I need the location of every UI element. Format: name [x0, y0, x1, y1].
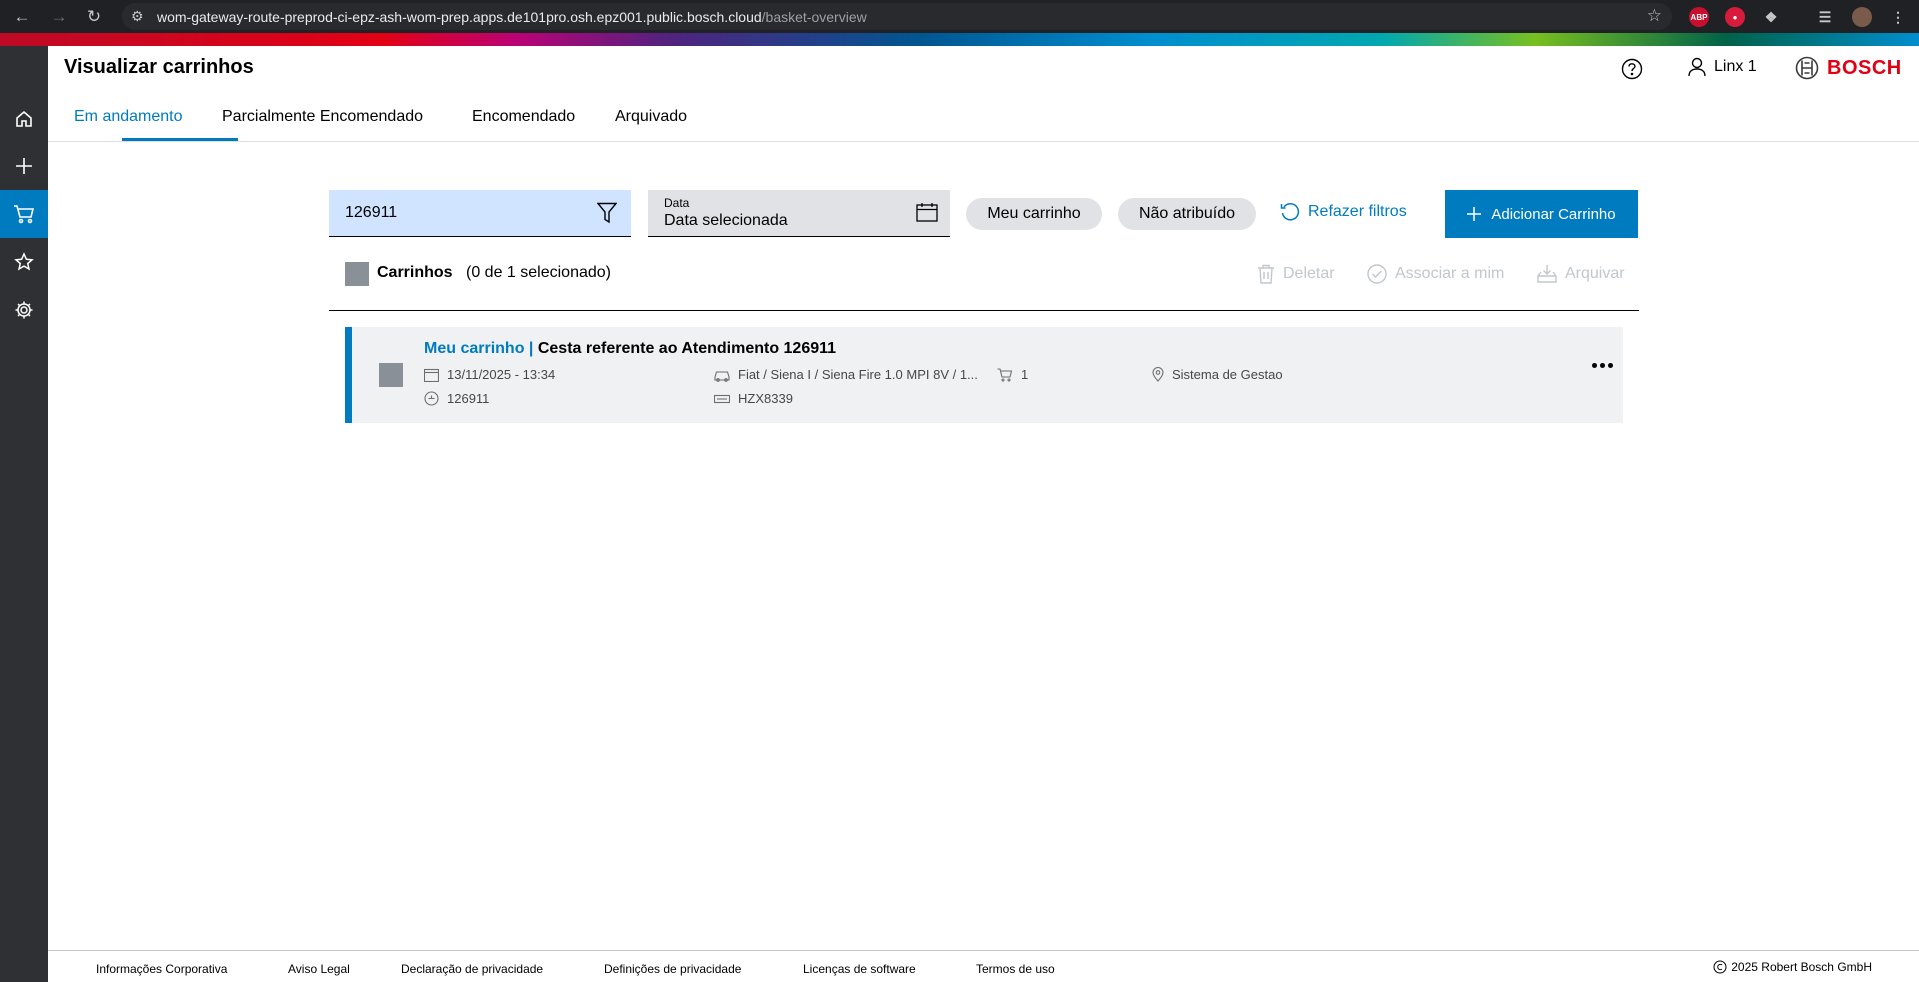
- sidebar-item-settings[interactable]: [0, 286, 48, 334]
- assign-to-me-button[interactable]: Associar a mim: [1367, 264, 1504, 284]
- basket-source: Sistema de Gestao: [1152, 367, 1283, 382]
- archive-label: Arquivar: [1565, 265, 1625, 282]
- assign-to-me-label: Associar a mim: [1395, 265, 1505, 282]
- user-name: Linx 1: [1714, 58, 1757, 75]
- extensions-puzzle-icon[interactable]: ❖: [1761, 7, 1781, 27]
- basket-list-header: Carrinhos (0 de 1 selecionado) Deletar A…: [329, 256, 1639, 311]
- bookmark-star-icon[interactable]: ☆: [1647, 6, 1662, 26]
- copyright: 2025 Robert Bosch GmbH: [1713, 960, 1872, 974]
- delete-button[interactable]: Deletar: [1257, 264, 1335, 284]
- url-text[interactable]: wom-gateway-route-preprod-ci-epz-ash-wom…: [157, 9, 867, 25]
- list-title: Carrinhos: [377, 264, 453, 281]
- bosch-armature-icon: [1795, 56, 1819, 80]
- search-input[interactable]: 126911: [329, 190, 631, 237]
- date-picker[interactable]: Data Data selecionada: [648, 190, 950, 237]
- home-icon: [16, 110, 32, 127]
- bosch-supergraphic: [0, 33, 1919, 46]
- basket-vehicle: Fiat / Siena I / Siena Fire 1.0 MPI 8V /…: [714, 367, 978, 382]
- browser-toolbar: ← → ↻ ⚙ wom-gateway-route-preprod-ci-epz…: [0, 0, 1919, 33]
- reload-icon[interactable]: ↻: [79, 0, 109, 33]
- select-all-checkbox[interactable]: [345, 262, 369, 286]
- sidebar-item-baskets[interactable]: [0, 190, 48, 238]
- license-plate-icon: [714, 394, 730, 403]
- sidebar-item-home[interactable]: [0, 95, 48, 143]
- more-options-icon[interactable]: [1592, 363, 1613, 368]
- brand-name: BOSCH: [1827, 56, 1902, 79]
- basket-datetime: 13/11/2025 - 13:34: [424, 367, 555, 382]
- footer-link-privacy-settings[interactable]: Definições de privacidade: [604, 962, 741, 976]
- tab-ordered[interactable]: Encomendado: [472, 108, 575, 126]
- archive-button[interactable]: Arquivar: [1537, 264, 1625, 284]
- footer-link-privacy-statement[interactable]: Declaração de privacidade: [401, 962, 543, 976]
- calendar-icon[interactable]: [916, 202, 938, 222]
- add-basket-button[interactable]: Adicionar Carrinho: [1445, 190, 1638, 238]
- sidebar-item-add[interactable]: [0, 142, 48, 190]
- calendar-icon: [424, 368, 439, 382]
- basket-card[interactable]: Meu carrinho | Cesta referente ao Atendi…: [345, 327, 1623, 423]
- reset-icon: [1280, 203, 1300, 221]
- car-icon: [714, 370, 730, 382]
- tab-partially-ordered[interactable]: Parcialmente Encomendado: [222, 108, 423, 126]
- basket-name: Cesta referente ao Atendimento 126911: [537, 340, 837, 357]
- filter-icon[interactable]: [597, 202, 617, 224]
- user-icon: [1688, 57, 1706, 77]
- reset-filters-button[interactable]: Refazer filtros: [1280, 202, 1407, 222]
- user-menu[interactable]: Linx 1: [1688, 57, 1757, 77]
- footer-link-terms[interactable]: Termos de uso: [976, 962, 1055, 976]
- chip-my-cart[interactable]: Meu carrinho: [966, 198, 1102, 230]
- search-value: 126911: [345, 204, 398, 221]
- bosch-logo: BOSCH: [1795, 56, 1902, 80]
- trash-icon: [1258, 264, 1274, 284]
- date-value: Data selecionada: [664, 212, 788, 229]
- gear-icon: [15, 301, 33, 319]
- cart-icon: [14, 205, 35, 224]
- footer-link-licenses[interactable]: Licenças de software: [803, 962, 916, 976]
- basket-owner: Meu carrinho |: [424, 340, 534, 357]
- plus-icon: [1467, 207, 1482, 221]
- sidebar-item-favorites[interactable]: [0, 238, 48, 286]
- tab-archived[interactable]: Arquivado: [615, 108, 687, 126]
- delete-label: Deletar: [1283, 265, 1335, 282]
- basket-plate: HZX8339: [714, 391, 793, 406]
- footer-link-legal[interactable]: Aviso Legal: [288, 962, 350, 976]
- selection-count: (0 de 1 selecionado): [466, 264, 611, 281]
- plus-icon: [16, 158, 32, 174]
- basket-order-number: 126911: [424, 391, 489, 406]
- page-title: Visualizar carrinhos: [64, 56, 254, 78]
- cart-icon: [997, 367, 1013, 382]
- address-bar[interactable]: ⚙ wom-gateway-route-preprod-ci-epz-ash-w…: [122, 3, 1672, 30]
- sidebar: [0, 46, 48, 982]
- basket-item-count: 1: [997, 367, 1028, 382]
- active-tab-indicator: [122, 138, 238, 141]
- help-icon[interactable]: [1621, 58, 1643, 85]
- profile-avatar[interactable]: [1852, 7, 1872, 27]
- date-label: Data: [664, 196, 690, 210]
- status-tabs: Em andamento Parcialmente Encomendado En…: [48, 98, 1919, 142]
- add-basket-label: Adicionar Carrinho: [1491, 205, 1616, 223]
- extension-icon[interactable]: ●: [1725, 7, 1745, 27]
- location-pin-icon: [1152, 367, 1164, 382]
- star-icon: [14, 252, 34, 271]
- check-circle-icon: [1367, 264, 1387, 284]
- chip-unassigned[interactable]: Não atribuído: [1118, 198, 1256, 230]
- forward-icon[interactable]: →: [44, 0, 74, 33]
- footer: Informações Corporativa Aviso Legal Decl…: [48, 950, 1919, 982]
- site-settings-icon[interactable]: ⚙: [131, 8, 144, 25]
- basket-title[interactable]: Meu carrinho | Cesta referente ao Atendi…: [424, 340, 836, 358]
- adblock-extension-icon[interactable]: ABP: [1689, 7, 1709, 27]
- tab-in-progress[interactable]: Em andamento: [74, 108, 183, 126]
- footer-link-corporate[interactable]: Informações Corporativa: [96, 962, 227, 976]
- basket-checkbox[interactable]: [379, 363, 403, 387]
- back-icon[interactable]: ←: [7, 0, 37, 33]
- media-controls-icon[interactable]: ☰: [1815, 7, 1835, 27]
- copyright-icon: [1713, 960, 1727, 974]
- service-order-icon: [424, 391, 439, 406]
- reset-filters-label: Refazer filtros: [1308, 203, 1407, 220]
- browser-menu-icon[interactable]: ⋮: [1888, 7, 1908, 27]
- archive-icon: [1537, 265, 1557, 283]
